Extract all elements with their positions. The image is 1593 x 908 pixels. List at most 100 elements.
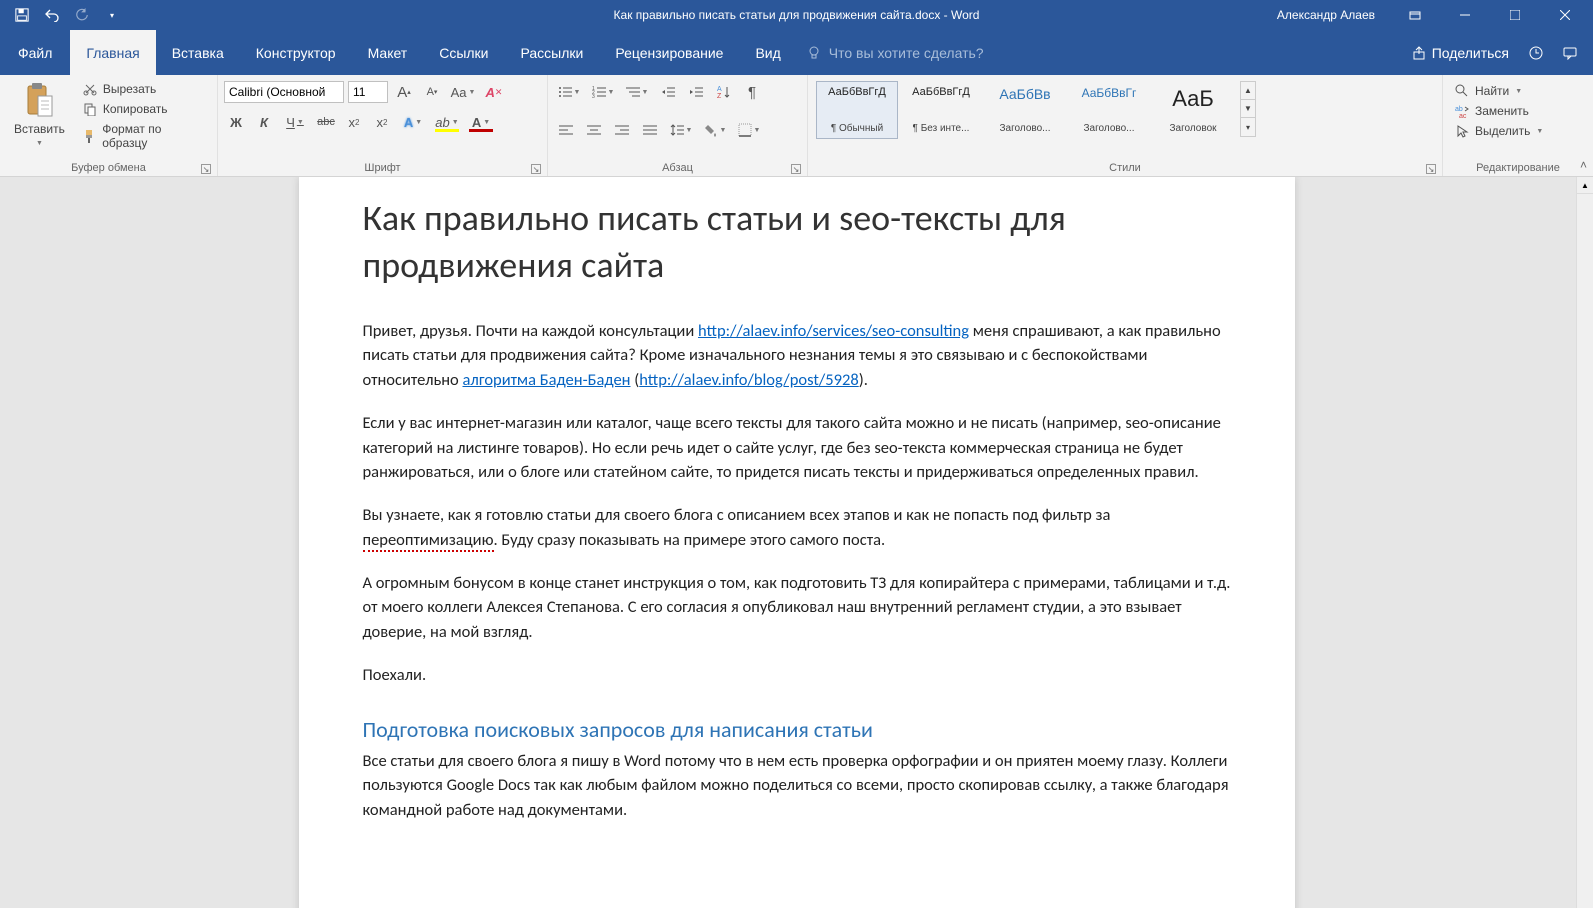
styles-scroll-up[interactable]: ▲ [1241, 82, 1255, 100]
change-case-button[interactable]: Aa▼ [448, 81, 478, 103]
document-page[interactable]: Как правильно писать статьи и seo-тексты… [299, 177, 1295, 908]
shrink-font-button[interactable]: A▾ [420, 81, 444, 103]
minimize-icon[interactable] [1445, 0, 1485, 30]
style-item[interactable]: АаБЗаголовок [1152, 81, 1234, 139]
tab-file[interactable]: Файл [0, 30, 70, 75]
font-dialog-launcher[interactable]: ↘ [531, 164, 541, 174]
italic-button[interactable]: К [252, 111, 276, 133]
increase-indent-button[interactable] [684, 81, 708, 103]
qat-dropdown-icon[interactable]: ▾ [104, 7, 120, 23]
spelling-error[interactable]: переоптимизацию [363, 530, 494, 552]
tab-review[interactable]: Рецензирование [599, 30, 739, 75]
doc-paragraph[interactable]: Вы узнаете, как я готовлю статьи для сво… [363, 503, 1231, 553]
doc-paragraph[interactable]: А огромным бонусом в конце станет инстру… [363, 571, 1231, 645]
font-group-label: Шрифт [364, 162, 400, 174]
align-center-button[interactable] [582, 119, 606, 141]
tab-layout[interactable]: Макет [352, 30, 424, 75]
history-icon[interactable] [1529, 46, 1543, 60]
tell-me-search[interactable]: Что вы хотите сделать? [807, 45, 984, 61]
copy-button[interactable]: Копировать [77, 100, 211, 118]
styles-expand[interactable]: ▾ [1241, 118, 1255, 136]
align-left-button[interactable] [554, 119, 578, 141]
highlight-button[interactable]: ab▼ [432, 111, 462, 133]
format-painter-button[interactable]: Формат по образцу [77, 120, 211, 152]
paste-button[interactable]: Вставить ▼ [6, 78, 73, 151]
undo-icon[interactable] [44, 7, 60, 23]
share-button[interactable]: Поделиться [1412, 45, 1509, 61]
svg-text:ab: ab [1455, 106, 1463, 113]
paragraph-group-label: Абзац [662, 162, 693, 174]
style-item[interactable]: АаБбВвГгД¶ Без инте... [900, 81, 982, 139]
paragraph-dialog-launcher[interactable]: ↘ [791, 164, 801, 174]
bold-button[interactable]: Ж [224, 111, 248, 133]
cut-button[interactable]: Вырезать [77, 80, 211, 98]
lightbulb-icon [807, 46, 821, 60]
comments-icon[interactable] [1563, 46, 1577, 60]
hyperlink[interactable]: алгоритма Баден-Баден [463, 370, 631, 390]
user-name[interactable]: Александр Алаев [1277, 8, 1375, 22]
doc-paragraph[interactable]: Поехали. [363, 663, 1231, 688]
cursor-icon [1455, 124, 1469, 138]
justify-button[interactable] [638, 119, 662, 141]
style-preview: АаБбВв [999, 86, 1050, 102]
superscript-button[interactable]: x2 [370, 111, 394, 133]
font-color-button[interactable]: A▼ [466, 111, 496, 133]
maximize-icon[interactable] [1495, 0, 1535, 30]
hyperlink[interactable]: http://alaev.info/blog/post/5928 [639, 370, 859, 390]
tab-references[interactable]: Ссылки [423, 30, 504, 75]
clipboard-group-label: Буфер обмена [71, 162, 146, 174]
tab-home[interactable]: Главная [70, 30, 155, 75]
hyperlink[interactable]: http://alaev.info/services/seo-consultin… [698, 321, 969, 341]
multilevel-list-button[interactable]: ▼ [622, 81, 652, 103]
scroll-up-icon[interactable]: ▲ [1577, 177, 1593, 194]
copy-icon [83, 102, 97, 116]
clear-formatting-button[interactable]: A✕ [482, 81, 506, 103]
shading-button[interactable]: ▼ [700, 119, 730, 141]
redo-icon[interactable] [74, 7, 90, 23]
doc-paragraph[interactable]: Привет, друзья. Почти на каждой консульт… [363, 319, 1231, 393]
select-button[interactable]: Выделить ▼ [1449, 122, 1549, 140]
close-icon[interactable] [1545, 0, 1585, 30]
underline-button[interactable]: Ч▼ [280, 111, 310, 133]
bullet-list-button[interactable]: ▼ [554, 81, 584, 103]
styles-scroll-down[interactable]: ▼ [1241, 100, 1255, 118]
grow-font-button[interactable]: A▴ [392, 81, 416, 103]
line-spacing-button[interactable]: ▼ [666, 119, 696, 141]
tab-view[interactable]: Вид [739, 30, 796, 75]
style-item[interactable]: АаБбВвЗаголово... [984, 81, 1066, 139]
style-item[interactable]: АаБбВвГгЗаголово... [1068, 81, 1150, 139]
doc-heading-2[interactable]: Подготовка поисковых запросов для написа… [363, 716, 1231, 743]
ribbon-display-icon[interactable] [1395, 0, 1435, 30]
doc-heading-1[interactable]: Как правильно писать статьи и seo-тексты… [363, 195, 1231, 289]
tab-mailings[interactable]: Рассылки [505, 30, 600, 75]
svg-text:ac: ac [1459, 113, 1467, 118]
clipboard-dialog-launcher[interactable]: ↘ [201, 164, 211, 174]
ribbon-tabs: Файл Главная Вставка Конструктор Макет С… [0, 30, 1593, 75]
replace-button[interactable]: abacЗаменить [1449, 102, 1549, 120]
style-preview: АаБ [1172, 86, 1214, 112]
numbered-list-button[interactable]: 123▼ [588, 81, 618, 103]
save-icon[interactable] [14, 7, 30, 23]
vertical-scrollbar[interactable]: ▲ [1576, 177, 1593, 908]
font-size-input[interactable] [348, 81, 388, 103]
document-area: Как правильно писать статьи и seo-тексты… [0, 177, 1593, 908]
styles-dialog-launcher[interactable]: ↘ [1426, 164, 1436, 174]
borders-button[interactable]: ▼ [734, 119, 764, 141]
find-button[interactable]: Найти ▼ [1449, 82, 1549, 100]
sort-button[interactable]: AZ [712, 81, 736, 103]
tab-insert[interactable]: Вставка [156, 30, 240, 75]
style-item[interactable]: АаБбВвГгД¶ Обычный [816, 81, 898, 139]
decrease-indent-button[interactable] [656, 81, 680, 103]
doc-paragraph[interactable]: Все статьи для своего блога я пишу в Wor… [363, 749, 1231, 823]
collapse-ribbon-icon[interactable]: ˄ [1580, 158, 1587, 172]
style-preview: АаБбВвГгД [912, 86, 970, 98]
tab-design[interactable]: Конструктор [240, 30, 352, 75]
show-marks-button[interactable]: ¶ [740, 81, 764, 103]
font-name-input[interactable] [224, 81, 344, 103]
text-effects-button[interactable]: A▼ [398, 111, 428, 133]
doc-paragraph[interactable]: Если у вас интернет-магазин или каталог,… [363, 411, 1231, 485]
editing-group-label: Редактирование [1476, 162, 1560, 174]
align-right-button[interactable] [610, 119, 634, 141]
subscript-button[interactable]: x2 [342, 111, 366, 133]
strikethrough-button[interactable]: abc [314, 111, 338, 133]
